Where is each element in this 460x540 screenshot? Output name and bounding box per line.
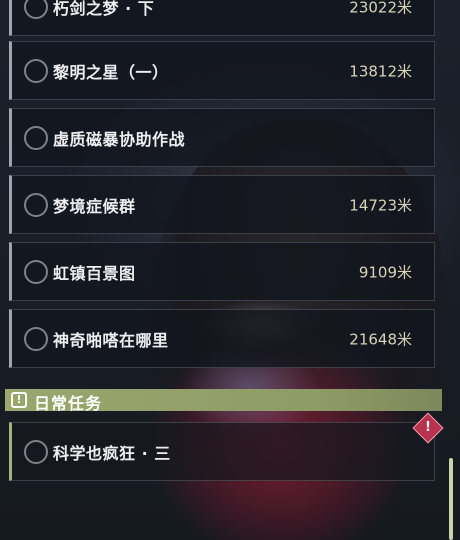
daily-quests-section-header: ! 日常任务 — [5, 389, 442, 413]
quest-distance: 14723米 — [349, 196, 412, 214]
exclamation-icon: ! — [11, 392, 27, 408]
radio-circle-icon[interactable] — [24, 0, 48, 19]
quest-item[interactable]: 虚质磁暴协助作战 — [9, 108, 435, 167]
quest-name: 梦境症候群 — [53, 196, 136, 216]
daily-quest-item[interactable]: 科学也疯狂 · 三 — [9, 422, 435, 481]
quest-name: 神奇啪嗒在哪里 — [53, 330, 169, 350]
radio-circle-icon[interactable] — [24, 125, 48, 150]
quest-item[interactable]: 神奇啪嗒在哪里 21648米 — [9, 309, 435, 368]
quest-name: 科学也疯狂 · 三 — [53, 443, 171, 463]
quest-distance: 21648米 — [349, 330, 412, 348]
section-title: 日常任务 — [34, 394, 103, 413]
quest-name: 黎明之星（一） — [53, 62, 169, 82]
quest-name: 朽剑之梦 · 下 — [53, 0, 155, 18]
quest-item[interactable]: 虹镇百景图 9109米 — [9, 242, 435, 301]
radio-circle-icon[interactable] — [24, 58, 48, 83]
quest-distance: 23022米 — [349, 0, 412, 16]
quest-name: 虹镇百景图 — [53, 263, 136, 283]
radio-circle-icon[interactable] — [24, 259, 48, 284]
quest-item[interactable]: 朽剑之梦 · 下 23022米 — [9, 0, 435, 36]
quest-name: 虚质磁暴协助作战 — [53, 129, 186, 149]
quest-distance: 9109米 — [358, 263, 412, 281]
scrollbar-thumb[interactable] — [449, 458, 453, 540]
quest-item[interactable]: 梦境症候群 14723米 — [9, 175, 435, 234]
radio-circle-icon[interactable] — [24, 326, 48, 351]
quest-distance: 13812米 — [349, 62, 412, 80]
radio-circle-icon[interactable] — [24, 439, 48, 464]
quest-item[interactable]: 黎明之星（一） 13812米 — [9, 41, 435, 100]
radio-circle-icon[interactable] — [24, 192, 48, 217]
